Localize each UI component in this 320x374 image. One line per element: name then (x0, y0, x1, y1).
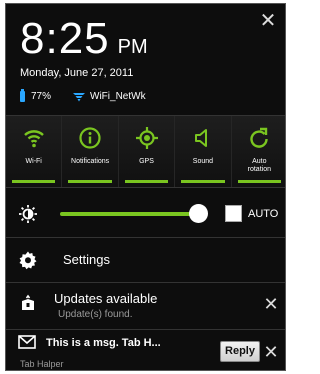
toggle-label-line2: rotation (247, 166, 271, 173)
clock-time: 8:25 (20, 14, 110, 63)
notification-subtitle: Update(s) found. (58, 309, 133, 320)
gear-icon (19, 251, 37, 270)
sound-icon (194, 129, 207, 147)
toggle-label: Notifications (71, 158, 110, 165)
notification-updates[interactable]: Updates available Update(s) found. ✕ (6, 284, 285, 328)
rotation-icon (250, 127, 269, 148)
toggle-indicator (124, 180, 169, 183)
toggle-label: Auto rotation (248, 158, 271, 174)
toggle-label: Wi-Fi (25, 158, 42, 165)
mail-icon (18, 335, 36, 349)
notification-title: This is a msg. Tab H... (46, 337, 161, 349)
battery-level: 77% (31, 91, 52, 102)
clock: 8:25 PM (20, 14, 148, 64)
toggle-auto-rotation[interactable]: Auto rotation (232, 116, 285, 187)
divider (6, 282, 285, 283)
quick-toggles: Wi-Fi Notifications GPS Sound Auto rotat… (6, 115, 285, 188)
wifi-network-name: WiFi_NetWk (90, 91, 146, 102)
close-icon[interactable]: ✕ (261, 342, 281, 362)
close-icon[interactable]: ✕ (257, 10, 279, 32)
brightness-icon (19, 205, 37, 223)
status-row: 77% WiFi_NetWk (20, 89, 146, 102)
toggle-label: Sound (192, 158, 214, 165)
settings-row[interactable]: Settings (6, 240, 285, 280)
toggle-indicator (68, 180, 112, 183)
auto-brightness-checkbox[interactable] (225, 205, 242, 222)
clock-ampm: PM (117, 36, 148, 58)
battery-icon (20, 89, 25, 102)
notification-message[interactable]: This is a msg. Tab H... Tab Halper Reply… (6, 331, 285, 370)
toggle-wifi[interactable]: Wi-Fi (6, 116, 63, 187)
toggle-sound[interactable]: Sound (175, 116, 232, 187)
notification-panel: 8:25 PM ✕ Monday, June 27, 2011 77% WiFi… (5, 3, 286, 371)
notification-title: Updates available (54, 291, 158, 306)
settings-label: Settings (63, 252, 110, 267)
toggle-indicator (181, 180, 225, 183)
toggle-notifications[interactable]: Notifications (62, 116, 119, 187)
brightness-slider-thumb[interactable] (189, 204, 208, 223)
wifi-icon (23, 130, 44, 148)
auto-brightness-label: AUTO (248, 208, 279, 220)
notification-app-name: Tab Halper (20, 359, 64, 369)
toggle-indicator (237, 180, 282, 183)
gps-icon (135, 127, 158, 149)
brightness-slider-track[interactable] (60, 212, 198, 216)
toggle-label: GPS (139, 158, 154, 165)
toggle-label-line1: Auto (252, 158, 267, 165)
divider (6, 329, 285, 330)
date-label: Monday, June 27, 2011 (20, 67, 134, 79)
wifi-icon (73, 92, 86, 101)
close-icon[interactable]: ✕ (261, 294, 281, 314)
brightness-row: AUTO (6, 194, 285, 234)
toggle-gps[interactable]: GPS (119, 116, 176, 187)
toggle-indicator (12, 180, 56, 183)
reply-button[interactable]: Reply (220, 341, 260, 362)
info-icon (79, 127, 101, 149)
divider (6, 237, 285, 238)
package-icon (22, 294, 34, 310)
